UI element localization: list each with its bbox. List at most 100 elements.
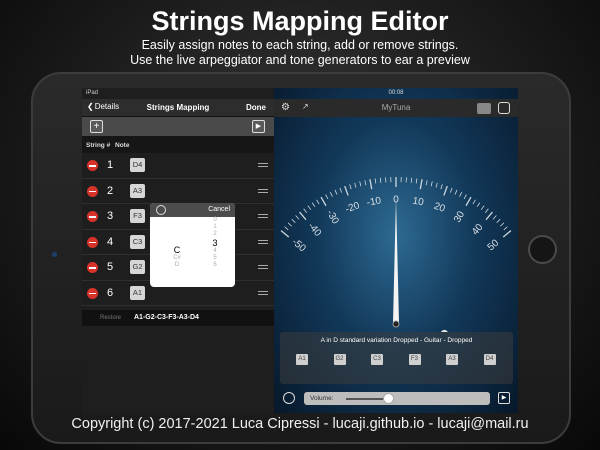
tuning-note-chip[interactable]: A3 [446,354,458,365]
gauge-tick [316,199,320,205]
gauge-tick-label: 10 [412,196,425,209]
note-picker-popup: Cancel C C# D 0123456 [150,203,235,287]
gauge-tick-label: -20 [344,200,362,215]
home-button[interactable] [528,235,557,264]
picker-header: Cancel [150,203,235,217]
gauge-tick [449,187,453,193]
string-note-button[interactable]: D4 [130,158,145,172]
restore-value: A1-G2-C3-F3-A3-D4 [134,314,199,321]
tuning-fork-icon[interactable] [156,205,166,215]
preview-play-button[interactable]: ▶ [498,392,510,404]
gauge-tick [430,181,433,187]
tuning-note-chip[interactable]: G2 [333,354,346,365]
gauge-tick [503,226,508,231]
string-note-button[interactable]: C3 [130,234,145,249]
tuner-gauge: -50-40-30-20 -10 0 10 20 304050 [280,177,512,332]
picker-option[interactable]: C [162,245,192,255]
volume-slider[interactable]: Volume: [304,392,490,405]
volume-label: Volume: [310,395,334,402]
delete-string-button[interactable] [87,211,98,222]
delete-string-button[interactable] [87,236,98,248]
gauge-tick [354,182,357,188]
restore-button[interactable]: Restore [100,315,121,321]
column-headers: String # Note [82,136,274,153]
picker-option[interactable]: 0 [200,217,230,224]
copyright-footer: Copyright (c) 2017-2021 Luca Cipressi - … [71,416,529,432]
gauge-tick [485,211,493,221]
gauge-tick-label: -50 [290,237,308,255]
tuning-name: A in D standard variation Dropped - Guit… [320,337,473,344]
tuner-face-icon[interactable] [498,102,510,114]
picker-option[interactable]: 1 [200,224,230,231]
tuning-note-chip[interactable]: F3 [408,354,421,365]
gauge-tick [443,185,448,196]
done-button[interactable]: Done [246,103,266,112]
delete-string-button[interactable] [87,287,98,299]
gauge-tick [419,179,423,190]
picker-cancel-button[interactable]: Cancel [208,206,230,213]
gauge-tick [311,202,316,208]
gauge-tick [480,205,485,210]
picker-option[interactable] [162,238,192,245]
play-arpeggio-button[interactable]: ▶ [252,120,265,133]
string-number: 6 [107,286,114,299]
gauge-tick [465,196,472,207]
status-bar: iPad [86,90,99,96]
drag-handle-icon[interactable] [258,163,268,167]
gauge-tick [476,202,481,208]
volume-knob[interactable] [383,393,394,404]
drag-handle-icon[interactable] [258,239,268,244]
string-note-button[interactable]: G2 [130,260,145,274]
tuning-note-chip[interactable]: A1 [296,354,308,365]
string-note-button[interactable]: A1 [130,285,145,300]
gauge-tick [291,218,296,223]
gauge-tick [500,222,505,227]
add-string-button[interactable]: + [90,120,103,133]
gauge-tick [364,180,367,186]
string-row: 1 D4 [82,153,274,179]
drag-handle-icon[interactable] [258,188,268,193]
strings-mapping-pane: iPad ❮Details Strings Mapping Done + ▶ S… [82,88,274,413]
picker-option[interactable]: D [162,262,192,269]
gauge-tick [502,230,512,238]
waveform-icon[interactable] [477,103,491,114]
gauge-tick [496,218,501,223]
delete-string-button[interactable] [87,185,98,197]
gauge-tick [425,180,428,186]
string-number: 1 [107,159,114,171]
gauge-tick [303,208,308,213]
string-note-button[interactable]: F3 [130,209,145,223]
gauge-tick [299,211,307,221]
picker-option[interactable]: C# [162,255,192,262]
gauge-tick [329,192,333,197]
picker-option[interactable]: 5 [200,255,230,262]
picker-option[interactable]: 3 [200,238,230,248]
picker-option[interactable]: 6 [200,262,230,269]
string-note-button[interactable]: A3 [130,183,145,198]
drag-handle-icon[interactable] [258,290,268,295]
string-number: 5 [107,261,114,273]
note-wheel[interactable]: C C# D [162,217,192,269]
play-icon: ▶ [501,395,507,401]
picker-option[interactable] [162,217,192,224]
tone-generator-icon[interactable] [283,392,295,404]
delete-string-button[interactable] [87,262,98,273]
drag-handle-icon[interactable] [258,214,268,218]
hero-subtitle-line1: Easily assign notes to each string, add … [141,38,459,52]
gauge-tick [339,187,343,193]
drag-handle-icon[interactable] [258,265,268,269]
picker-option[interactable] [162,224,192,231]
col-string-header: String # [86,142,111,149]
tuning-note-chip[interactable]: D4 [483,354,496,365]
gauge-tick [344,185,349,196]
tuner-needle [393,198,399,323]
tuning-note-chip[interactable]: C3 [371,354,383,365]
delete-string-button[interactable] [87,160,98,171]
gauge-tick [349,184,352,190]
picker-option[interactable] [162,231,192,238]
restore-row: Restore A1-G2-C3-F3-A3-D4 [82,310,274,326]
picker-option[interactable]: 2 [200,231,230,238]
string-number: 3 [107,210,114,222]
picker-option[interactable]: 4 [200,248,230,255]
octave-wheel[interactable]: 0123456 [200,217,230,269]
